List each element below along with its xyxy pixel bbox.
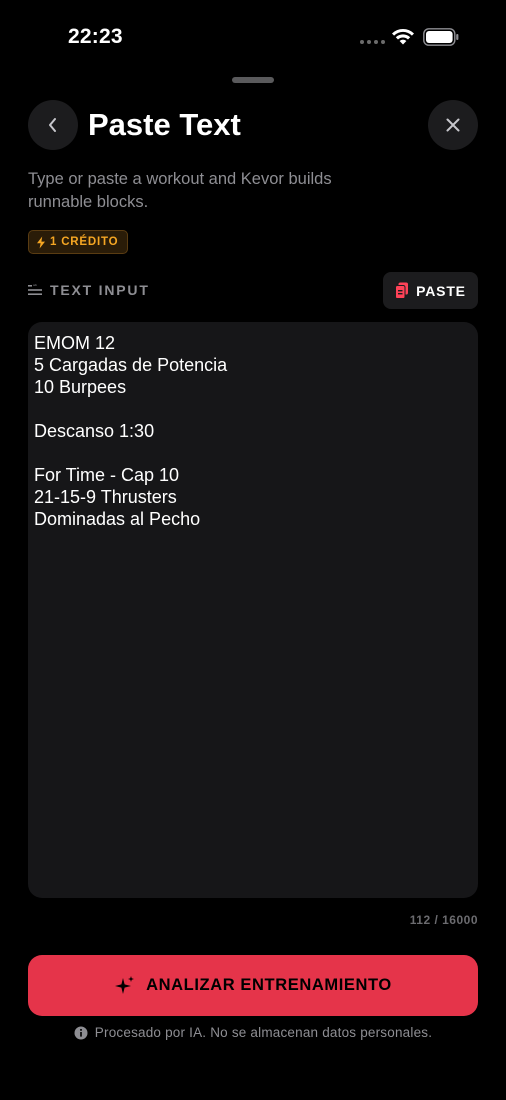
chevron-left-icon <box>49 118 56 132</box>
sparkle-icon <box>115 975 135 994</box>
text-lines-icon: ᵃᵇ <box>28 284 42 295</box>
credit-badge: 1 CRÉDITO <box>28 230 129 254</box>
status-bar: 22:23 <box>0 0 506 76</box>
back-button[interactable] <box>28 100 78 150</box>
cellular-signal-icon <box>360 40 385 44</box>
info-icon <box>74 1026 88 1039</box>
character-count: 112 / 16000 <box>409 913 478 927</box>
page-title: Paste Text <box>88 107 241 142</box>
analyze-workout-button[interactable]: ANALIZAR ENTRENAMIENTO <box>28 955 478 1016</box>
svg-text:ᵃᵇ: ᵃᵇ <box>33 284 37 290</box>
close-button[interactable] <box>428 100 478 150</box>
section-label-text: TEXT INPUT <box>50 282 150 298</box>
workout-text-input[interactable]: EMOM 12 5 Cargadas de Potencia 10 Burpee… <box>28 322 478 898</box>
text-input-section-label: ᵃᵇ TEXT INPUT <box>28 282 150 298</box>
subtitle: Type or paste a workout and Kevor builds… <box>28 170 332 211</box>
privacy-note: Procesado por IA. No se almacenan datos … <box>0 1025 506 1040</box>
paste-button[interactable]: PASTE <box>383 272 478 309</box>
battery-icon <box>423 28 459 46</box>
status-time: 22:23 <box>68 25 123 48</box>
clipboard-icon <box>395 282 409 299</box>
sheet-grabber[interactable] <box>232 77 274 83</box>
paste-button-label: PASTE <box>416 282 466 299</box>
bolt-icon <box>37 236 45 248</box>
analyze-button-label: ANALIZAR ENTRENAMIENTO <box>146 976 392 994</box>
privacy-note-text: Procesado por IA. No se almacenan datos … <box>94 1025 433 1040</box>
credit-badge-label: 1 CRÉDITO <box>50 236 119 248</box>
wifi-icon <box>392 28 414 45</box>
close-icon <box>446 118 460 132</box>
